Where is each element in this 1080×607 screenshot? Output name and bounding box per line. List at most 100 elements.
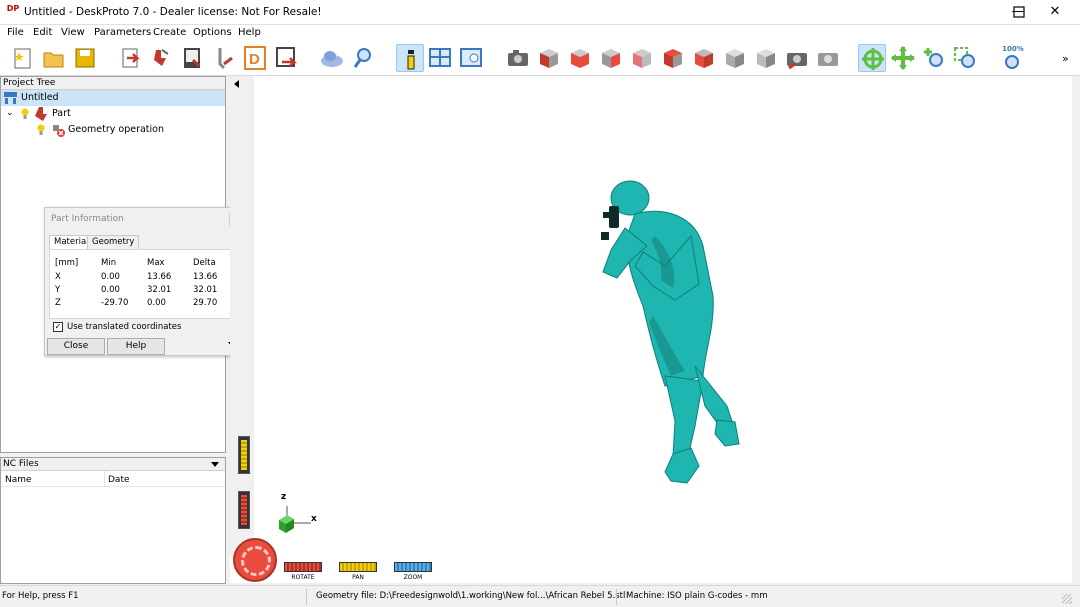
- rotate-slider[interactable]: [284, 562, 322, 572]
- column-name[interactable]: Name: [5, 475, 32, 485]
- new-project-button[interactable]: [9, 44, 37, 72]
- nc-files-header[interactable]: NC Files: [1, 458, 225, 471]
- cube-top-icon: [695, 49, 713, 68]
- save-project-button[interactable]: [71, 44, 99, 72]
- status-machine: Machine: ISO plain G-codes - mm: [626, 591, 768, 601]
- part-icon: [154, 49, 169, 66]
- row-y-min: 0.00: [101, 285, 120, 295]
- zoom-100-button[interactable]: 100%: [998, 44, 1028, 72]
- camera-settings-button[interactable]: [814, 44, 842, 72]
- part-info-button[interactable]: [396, 44, 424, 72]
- column-date[interactable]: Date: [108, 475, 130, 485]
- pan-slider[interactable]: [339, 562, 377, 572]
- viewport-side-strip: [230, 76, 254, 558]
- magnifier-icon: [353, 48, 371, 68]
- toolbar-overflow-icon[interactable]: »: [1062, 52, 1069, 65]
- column-divider[interactable]: [104, 471, 105, 487]
- row-x-min: 0.00: [101, 272, 120, 282]
- pan-mode-button[interactable]: [889, 44, 917, 72]
- resize-grip-icon[interactable]: [1062, 594, 1072, 604]
- export-nc-button[interactable]: [272, 44, 300, 72]
- view-top-button[interactable]: [690, 44, 718, 72]
- svg-text:D: D: [249, 51, 260, 68]
- menu-file[interactable]: File: [7, 26, 24, 39]
- refresh-view-button[interactable]: [783, 44, 811, 72]
- view-grey-cube-button[interactable]: [752, 44, 780, 72]
- load-part-button[interactable]: [117, 44, 145, 72]
- row-z-min: -29.70: [101, 298, 129, 308]
- view-front-button[interactable]: [566, 44, 594, 72]
- zoom-mode-button[interactable]: [920, 44, 948, 72]
- nc-files-title: NC Files: [3, 459, 39, 469]
- translated-coords-label: Use translated coordinates: [67, 322, 182, 332]
- pan-wheel-vertical[interactable]: [238, 436, 250, 474]
- view-left-button[interactable]: [659, 44, 687, 72]
- lightbulb-icon[interactable]: [37, 124, 45, 142]
- tree-item-operation[interactable]: Geometry operation: [1, 122, 225, 138]
- snapshot-button[interactable]: [504, 44, 532, 72]
- project-tree-header: Project Tree: [1, 77, 225, 90]
- view-options-button[interactable]: [457, 44, 485, 72]
- view-back-button[interactable]: [628, 44, 656, 72]
- create-operation-button[interactable]: D: [241, 44, 269, 72]
- open-project-button[interactable]: [40, 44, 68, 72]
- menu-view[interactable]: View: [61, 26, 85, 39]
- menu-edit[interactable]: Edit: [33, 26, 52, 39]
- maximize-icon: [1013, 6, 1025, 18]
- collapse-panel-icon[interactable]: [234, 80, 239, 88]
- 3d-viewport[interactable]: z x ROTATE PAN ZOOM: [230, 76, 1072, 583]
- rotate-mode-button[interactable]: [858, 44, 886, 72]
- row-z-max: 0.00: [147, 298, 166, 308]
- inspect-button[interactable]: [349, 44, 377, 72]
- d-letter-icon: D: [244, 46, 266, 70]
- status-divider: [306, 589, 307, 605]
- dimensions-table: [mm] Min Max Delta X 0.00 13.66 13.66 Y …: [49, 249, 242, 319]
- info-icon: [407, 50, 415, 70]
- zoom-fit-icon: [1005, 55, 1019, 69]
- tool-icon: [218, 48, 233, 70]
- tree-item-root-label: Untitled: [21, 92, 59, 103]
- menu-create[interactable]: Create: [153, 26, 186, 39]
- menu-options[interactable]: Options: [193, 26, 232, 39]
- row-x-axis: X: [55, 272, 61, 282]
- zoom-slider[interactable]: [394, 562, 432, 572]
- cube-grey-icon: [757, 49, 775, 68]
- view-bottom-button[interactable]: [721, 44, 749, 72]
- tab-geometry[interactable]: Geometry: [87, 235, 140, 249]
- zoom-window-button[interactable]: [951, 44, 979, 72]
- tree-item-part[interactable]: ⌄ Part: [1, 106, 225, 122]
- close-window-button[interactable]: ✕: [1037, 0, 1073, 25]
- menu-help[interactable]: Help: [238, 26, 261, 39]
- rotate-dial[interactable]: [233, 538, 277, 582]
- pan-label: PAN: [352, 574, 364, 581]
- menu-parameters[interactable]: Parameters: [94, 26, 151, 39]
- camera-refresh-icon: [787, 53, 807, 70]
- zoom-window-icon: [954, 47, 975, 68]
- chevron-down-icon[interactable]: ⌄: [6, 105, 14, 121]
- part-information-dialog: Part Information Material Geometry [mm] …: [44, 207, 245, 356]
- simulate-button[interactable]: [318, 44, 346, 72]
- row-y-axis: Y: [55, 285, 61, 295]
- vector-button[interactable]: [210, 44, 238, 72]
- zoom-100-label: 100%: [1002, 45, 1024, 53]
- help-button[interactable]: Help: [107, 338, 165, 355]
- view-right-button[interactable]: [597, 44, 625, 72]
- translated-coords-checkbox[interactable]: ✓: [53, 322, 63, 332]
- part-parameters-button[interactable]: [148, 44, 176, 72]
- nc-files-dropdown-icon[interactable]: [211, 462, 219, 467]
- axis-z-label: z: [281, 492, 287, 502]
- row-x-max: 13.66: [147, 272, 172, 282]
- tree-item-operation-label: Geometry operation: [68, 124, 165, 135]
- operation-error-icon: [51, 123, 65, 143]
- maximize-button[interactable]: [1002, 0, 1036, 25]
- tree-item-root[interactable]: Untitled: [1, 90, 225, 106]
- save-icon: [75, 48, 95, 68]
- view-iso-button[interactable]: [535, 44, 563, 72]
- table-header-unit: [mm]: [55, 258, 79, 268]
- split-view-button[interactable]: [426, 44, 454, 72]
- simulation-icon: [321, 51, 343, 67]
- close-button[interactable]: Close: [47, 338, 105, 355]
- rotate-wheel-vertical[interactable]: [238, 491, 250, 529]
- bitmap-button[interactable]: [179, 44, 207, 72]
- menu-bar: File Edit View Parameters Create Options…: [0, 25, 1080, 40]
